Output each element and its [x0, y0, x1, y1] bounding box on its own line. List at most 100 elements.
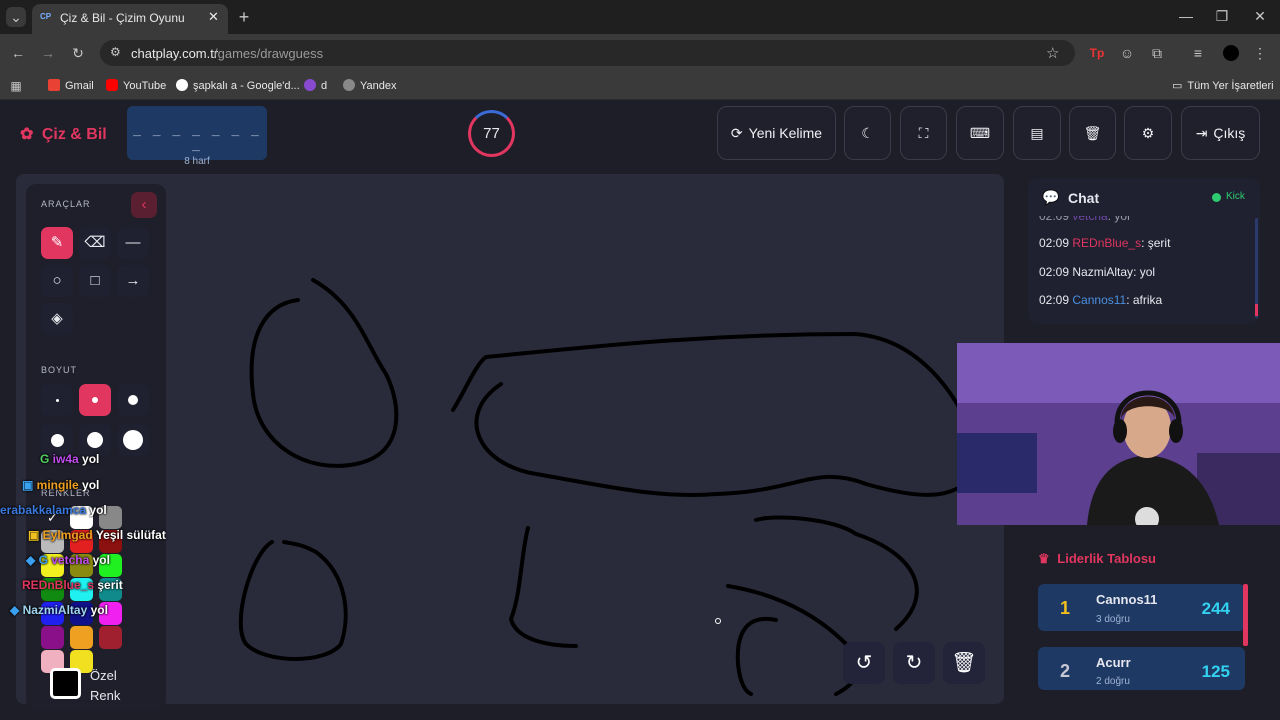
settings-button[interactable]: ⚙ [1124, 106, 1172, 160]
new-tab-icon[interactable]: + [234, 7, 254, 27]
keyboard-icon: ⌨ [969, 124, 991, 141]
maximize-icon[interactable]: ❐ [1212, 6, 1232, 26]
size-xxl[interactable] [117, 424, 149, 456]
tab-favicon: CP [40, 12, 52, 21]
chat-scrollbar[interactable] [1255, 218, 1258, 318]
crown-icon: ♛ [1038, 551, 1050, 566]
keyboard-button[interactable]: ⌨ [956, 106, 1004, 160]
color-swatch[interactable] [41, 626, 64, 649]
bookmark-gmail[interactable]: Gmail [48, 78, 94, 94]
size-s[interactable] [79, 384, 111, 416]
tab-search-icon[interactable]: ⌄ [6, 7, 26, 27]
refresh-icon: ⟳ [730, 124, 743, 141]
youtube-icon [106, 79, 118, 91]
fill-tool[interactable]: ◈ [41, 303, 73, 335]
word-hint: 8 harf [184, 156, 210, 167]
fullscreen-icon: ⛶ [918, 124, 929, 141]
size-xs[interactable] [41, 384, 73, 416]
chat-header: 💬 Chat Kick [1028, 178, 1260, 216]
clear-canvas-button[interactable]: 🗑 [943, 642, 985, 684]
media-icon[interactable]: ≡ [1188, 43, 1208, 63]
chat-icon: 💬 [1042, 189, 1060, 205]
status-dot [1212, 193, 1221, 202]
profile-extension-icon[interactable]: ☺ [1117, 43, 1137, 63]
bookmark-google[interactable]: şapkalı a - Google'd... [176, 78, 300, 94]
line-tool[interactable]: — [117, 227, 149, 259]
rectangle-tool[interactable]: □ [79, 265, 111, 297]
word-box: _ _ _ _ _ _ _ _ 8 harf [127, 106, 267, 167]
clear-button[interactable]: 🗑 [1069, 106, 1116, 160]
back-icon[interactable]: ← [8, 43, 28, 63]
line-icon: — [125, 234, 141, 251]
address-bar[interactable]: ⚙ chatplay.com.tr /games/drawguess ☆ [100, 40, 1075, 66]
menu-icon[interactable]: ⋮ [1250, 43, 1270, 63]
circle-tool[interactable]: ○ [41, 265, 73, 297]
arrow-icon: → [125, 272, 141, 289]
circle-icon: ○ [52, 272, 62, 289]
arrow-tool[interactable]: → [117, 265, 149, 297]
gear-icon: ⚙ [1141, 124, 1155, 141]
leaderboard-scrollbar[interactable] [1243, 584, 1248, 646]
star-icon[interactable]: ☆ [1046, 44, 1059, 62]
logout-icon: ⇥ [1195, 124, 1208, 141]
chat-panel: 💬 Chat Kick 02:09 vetcha: yol 02:09 REDn… [1028, 178, 1260, 324]
theme-button[interactable]: ☾ [844, 106, 891, 160]
tools-title: ARAÇLAR [41, 199, 91, 209]
leaderboard-header: ♛ Liderlik Tablosu [1038, 551, 1156, 566]
palette-icon: ✿ [20, 126, 34, 143]
brush-tool[interactable]: ✎ [41, 227, 73, 259]
google-icon [176, 79, 188, 91]
puzzle-icon[interactable]: ⧉ [1147, 43, 1167, 63]
new-word-button[interactable]: ⟳ Yeni Kelime [717, 106, 836, 160]
overlay-guess: erabakkalamca yol [0, 503, 107, 517]
eraser-icon: ⌫ [84, 234, 106, 251]
forward-icon[interactable]: → [38, 43, 58, 63]
trash-icon: 🗑 [1083, 124, 1102, 141]
size-m[interactable] [117, 384, 149, 416]
archive-button[interactable]: ▤ [1013, 106, 1061, 160]
color-swatch[interactable] [99, 626, 122, 649]
timer: 77 [468, 110, 515, 157]
color-swatch[interactable] [70, 626, 93, 649]
chat-message: 02:09 NazmiAltay: yol [1039, 265, 1156, 279]
size-title: BOYUT [41, 365, 78, 375]
fullscreen-button[interactable]: ⛶ [900, 106, 947, 160]
exit-button[interactable]: ⇥ Çıkış [1181, 106, 1260, 160]
chat-message: 02:09 REDnBlue_s: şerit [1039, 236, 1171, 250]
chevron-left-icon: ‹ [141, 196, 147, 213]
word-mask: _ _ _ _ _ _ _ _ [133, 122, 261, 152]
eraser-tool[interactable]: ⌫ [79, 227, 111, 259]
logo[interactable]: ✿ Çiz & Bil [20, 124, 107, 144]
avatar[interactable] [1221, 43, 1241, 63]
folder-icon: ▭ [1172, 80, 1183, 92]
tab-close-icon[interactable]: ✕ [208, 9, 219, 25]
redo-button[interactable]: ↻ [893, 642, 935, 684]
url-path: /games/drawguess [214, 46, 324, 61]
collapse-tools-button[interactable]: ‹ [131, 192, 157, 218]
bookmark-d[interactable]: d [304, 78, 327, 94]
url-host: chatplay.com.tr [131, 46, 219, 61]
browser-tab[interactable]: CP Çiz & Bil - Çizim Oyunu ✕ [32, 4, 228, 34]
reload-icon[interactable]: ↻ [68, 43, 88, 63]
overlay-guess: ◆ G vetcha yol [26, 553, 110, 567]
brush-icon: ✎ [50, 234, 64, 251]
overlay-guess: REDnBlue_s şerit [22, 578, 123, 592]
redo-icon: ↻ [905, 652, 923, 674]
fill-icon: ◈ [51, 310, 63, 327]
site-info-icon[interactable]: ⚙ [110, 45, 121, 59]
undo-button[interactable]: ↺ [843, 642, 885, 684]
custom-color-button[interactable]: Özel Renk [41, 658, 151, 706]
all-bookmarks[interactable]: ▭ Tüm Yer İşaretleri [1172, 78, 1274, 94]
extension-icon[interactable]: Tp [1087, 43, 1107, 63]
minimize-icon[interactable]: — [1176, 6, 1196, 26]
bookmark-youtube[interactable]: YouTube [106, 78, 166, 94]
apps-icon[interactable]: ▦ [6, 76, 26, 96]
square-icon: □ [90, 272, 100, 289]
close-window-icon[interactable]: ✕ [1250, 6, 1270, 26]
overlay-guess: G iw4a yol [40, 452, 100, 466]
bookmark-yandex[interactable]: Yandex [343, 78, 397, 94]
chat-title: Chat [1068, 190, 1100, 206]
webcam-feed [957, 343, 1280, 525]
overlay-guess: ▣ Eylmgad Yeşil sülüfat [28, 528, 166, 542]
gmail-icon [48, 79, 60, 91]
